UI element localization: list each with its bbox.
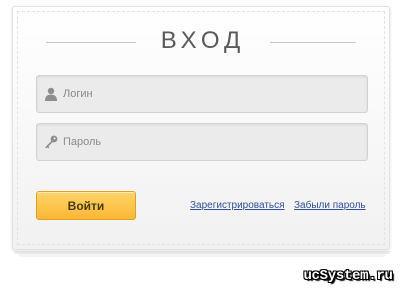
title-divider-right [270, 42, 356, 43]
card-shadow-layer-2 [18, 254, 386, 257]
register-link[interactable]: Зарегистрироваться [190, 200, 285, 212]
title-divider-left [46, 42, 136, 43]
forgot-password-link[interactable]: Забыли пароль [294, 200, 366, 212]
login-input[interactable] [63, 76, 363, 112]
card-shadow-layer-1 [14, 251, 390, 254]
watermark: ucSystem.ru [303, 268, 393, 284]
password-field[interactable] [36, 123, 368, 161]
login-button[interactable]: Войти [36, 191, 136, 220]
password-input[interactable] [63, 124, 363, 160]
user-icon [45, 87, 57, 101]
key-icon [45, 135, 58, 149]
form-title: ВХОД [160, 27, 246, 54]
login-field[interactable] [36, 75, 368, 113]
